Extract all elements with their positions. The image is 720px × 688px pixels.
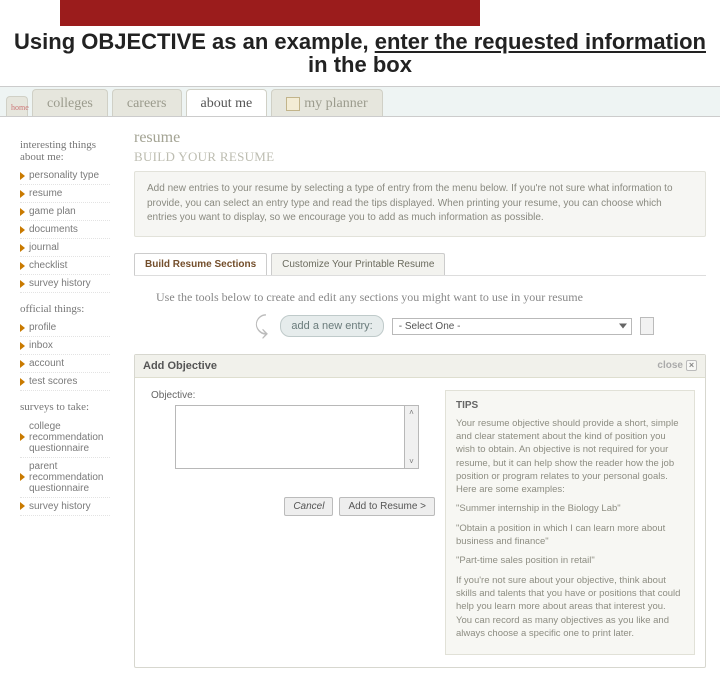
sb-link[interactable]: account xyxy=(29,358,64,369)
tips-title: TIPS xyxy=(456,399,684,413)
tips-example: "Summer internship in the Biology Lab" xyxy=(456,502,684,515)
page-title: resume xyxy=(134,129,706,147)
sb-item-surveyhist2[interactable]: survey history xyxy=(20,498,110,516)
textarea-scrollbar[interactable]: ˄˅ xyxy=(405,405,419,469)
tips-body-2: If you're not sure about your objective,… xyxy=(456,574,684,640)
tab-home[interactable]: home xyxy=(6,96,28,116)
sb-item-profile[interactable]: profile xyxy=(20,319,110,337)
add-objective-panel: Add Objective close × Objective: ˄˅ xyxy=(134,354,706,668)
chevron-icon xyxy=(20,433,25,441)
sb-item-gameplan[interactable]: game plan xyxy=(20,203,110,221)
sb-link[interactable]: parent recommendation questionnaire xyxy=(29,461,110,494)
chevron-icon xyxy=(20,226,25,234)
sb-item-testscores[interactable]: test scores xyxy=(20,373,110,391)
sb-link[interactable]: game plan xyxy=(29,206,76,217)
sb-link[interactable]: survey history xyxy=(29,278,91,289)
sb-link[interactable]: documents xyxy=(29,224,78,235)
objective-label: Objective: xyxy=(145,390,435,401)
subtab-build[interactable]: Build Resume Sections xyxy=(134,253,267,275)
chevron-icon xyxy=(20,262,25,270)
chevron-icon xyxy=(20,473,25,481)
objective-form: Objective: ˄˅ Cancel Add to Resume > xyxy=(145,390,435,655)
sidebar: interesting things about me: personality… xyxy=(0,117,120,688)
panel-title: Add Objective xyxy=(143,360,217,372)
sb-item-checklist[interactable]: checklist xyxy=(20,257,110,275)
title-text-underline: enter the requested information xyxy=(375,29,706,54)
sb-item-inbox[interactable]: inbox xyxy=(20,337,110,355)
sb-item-college-rec[interactable]: college recommendation questionnaire xyxy=(20,418,110,458)
tab-my-planner[interactable]: my planner xyxy=(271,89,382,116)
scroll-down-icon: ˅ xyxy=(409,457,414,466)
chevron-icon xyxy=(20,172,25,180)
sb-link[interactable]: checklist xyxy=(29,260,67,271)
main-content: resume BUILD YOUR RESUME Add new entries… xyxy=(120,117,720,688)
sidebar-head-official: official things: xyxy=(20,303,110,315)
close-icon: × xyxy=(686,360,697,371)
slide-title: Using OBJECTIVE as an example, enter the… xyxy=(0,26,720,86)
slide-banner xyxy=(60,0,480,26)
resume-subtabs: Build Resume Sections Customize Your Pri… xyxy=(134,253,706,276)
sb-item-surveyhistory[interactable]: survey history xyxy=(20,275,110,293)
page-subtitle: BUILD YOUR RESUME xyxy=(134,149,706,165)
chevron-icon xyxy=(20,324,25,332)
sb-link[interactable]: personality type xyxy=(29,170,99,181)
sb-item-resume[interactable]: resume xyxy=(20,185,110,203)
chevron-icon xyxy=(20,360,25,368)
sb-link[interactable]: survey history xyxy=(29,501,91,512)
add-entry-select[interactable]: - Select One - xyxy=(392,318,632,335)
app-frame: home colleges careers about me my planne… xyxy=(0,86,720,688)
sb-item-journal[interactable]: journal xyxy=(20,239,110,257)
tab-colleges[interactable]: colleges xyxy=(32,89,108,116)
title-text-plain: Using OBJECTIVE as an example, xyxy=(14,29,375,54)
sb-link[interactable]: test scores xyxy=(29,376,77,387)
chevron-icon xyxy=(20,342,25,350)
add-to-resume-button[interactable]: Add to Resume > xyxy=(339,497,435,516)
tips-body: Your resume objective should provide a s… xyxy=(456,417,684,497)
chevron-icon xyxy=(20,208,25,216)
chevron-icon xyxy=(20,280,25,288)
add-entry-row: ⤹ add a new entry: - Select One - xyxy=(254,313,706,340)
tips-example: "Part-time sales position in retail" xyxy=(456,554,684,567)
tab-about-me[interactable]: about me xyxy=(186,89,268,116)
chevron-icon xyxy=(20,244,25,252)
scroll-up-icon: ˄ xyxy=(409,408,414,417)
chevron-icon xyxy=(20,378,25,386)
sb-link[interactable]: profile xyxy=(29,322,56,333)
section-hint: Use the tools below to create and edit a… xyxy=(156,290,706,305)
chevron-icon xyxy=(20,190,25,198)
sb-item-account[interactable]: account xyxy=(20,355,110,373)
objective-textarea[interactable] xyxy=(175,405,405,469)
tips-example: "Obtain a position in which I can learn … xyxy=(456,522,684,549)
sidebar-list-official: profile inbox account test scores xyxy=(20,319,110,391)
sidebar-head-surveys: surveys to take: xyxy=(20,401,110,413)
sb-link[interactable]: college recommendation questionnaire xyxy=(29,421,110,454)
sb-item-documents[interactable]: documents xyxy=(20,221,110,239)
select-extra-button[interactable] xyxy=(640,317,654,335)
add-entry-label: add a new entry: xyxy=(280,315,383,337)
info-panel: Add new entries to your resume by select… xyxy=(134,171,706,237)
subtab-customize[interactable]: Customize Your Printable Resume xyxy=(271,253,445,275)
sb-link[interactable]: journal xyxy=(29,242,59,253)
arrow-decor-icon: ⤹ xyxy=(254,313,272,340)
close-button[interactable]: close × xyxy=(657,360,697,371)
sb-item-parent-rec[interactable]: parent recommendation questionnaire xyxy=(20,458,110,498)
sb-item-personality[interactable]: personality type xyxy=(20,167,110,185)
tips-panel: TIPS Your resume objective should provid… xyxy=(445,390,695,655)
sidebar-head-interesting: interesting things about me: xyxy=(20,139,110,163)
panel-header: Add Objective close × xyxy=(135,355,705,378)
sb-link[interactable]: resume xyxy=(29,188,62,199)
planner-icon xyxy=(286,97,300,111)
sidebar-list-surveys: college recommendation questionnaire par… xyxy=(20,418,110,516)
title-text-post: in the box xyxy=(308,52,412,77)
tab-my-planner-label: my planner xyxy=(304,96,367,111)
main-nav: home colleges careers about me my planne… xyxy=(0,87,720,117)
tab-careers[interactable]: careers xyxy=(112,89,182,116)
cancel-button[interactable]: Cancel xyxy=(284,497,333,516)
chevron-icon xyxy=(20,502,25,510)
sb-link[interactable]: inbox xyxy=(29,340,53,351)
sidebar-list-interesting: personality type resume game plan docume… xyxy=(20,167,110,293)
close-label: close xyxy=(657,360,683,371)
